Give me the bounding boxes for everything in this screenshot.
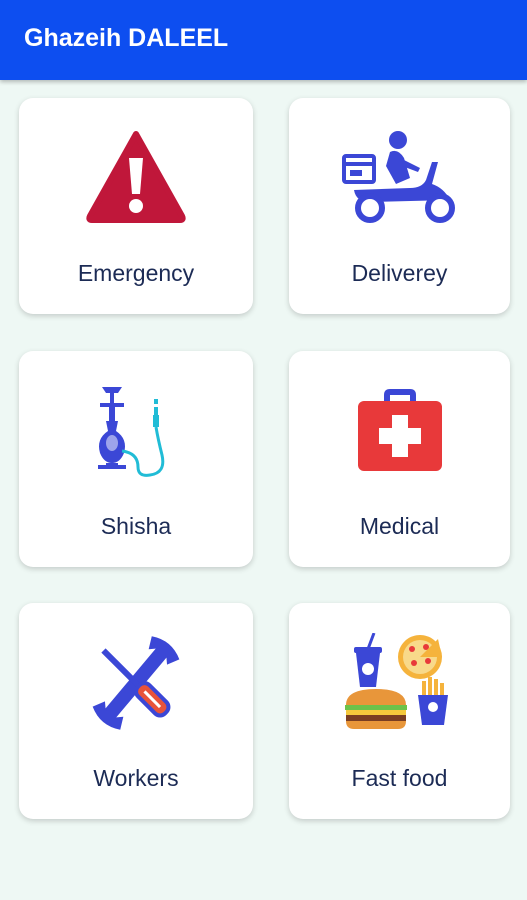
app-title: Ghazeih DALEEL: [24, 24, 229, 52]
category-card-delivery[interactable]: Deliverey: [289, 98, 510, 314]
category-label: Fast food: [351, 765, 448, 791]
category-label: Medical: [359, 513, 440, 539]
category-label: Emergency: [77, 260, 195, 286]
category-label: Shisha: [100, 513, 172, 539]
category-card-emergency[interactable]: Emergency: [19, 98, 253, 314]
warning-icon: [76, 128, 196, 228]
fast-food-icon: [340, 633, 460, 733]
app-bar: Ghazeih DALEEL: [0, 0, 527, 80]
category-card-fast-food[interactable]: Fast food: [289, 603, 510, 819]
category-label: Workers: [93, 765, 179, 791]
hookah-icon: [76, 381, 196, 481]
category-label: Deliverey: [351, 260, 448, 286]
category-card-medical[interactable]: Medical: [289, 351, 510, 567]
category-card-workers[interactable]: Workers: [19, 603, 253, 819]
delivery-scooter-icon: [340, 128, 460, 228]
wrench-screwdriver-icon: [76, 633, 196, 733]
first-aid-kit-icon: [340, 381, 460, 481]
category-card-shisha[interactable]: Shisha: [19, 351, 253, 567]
